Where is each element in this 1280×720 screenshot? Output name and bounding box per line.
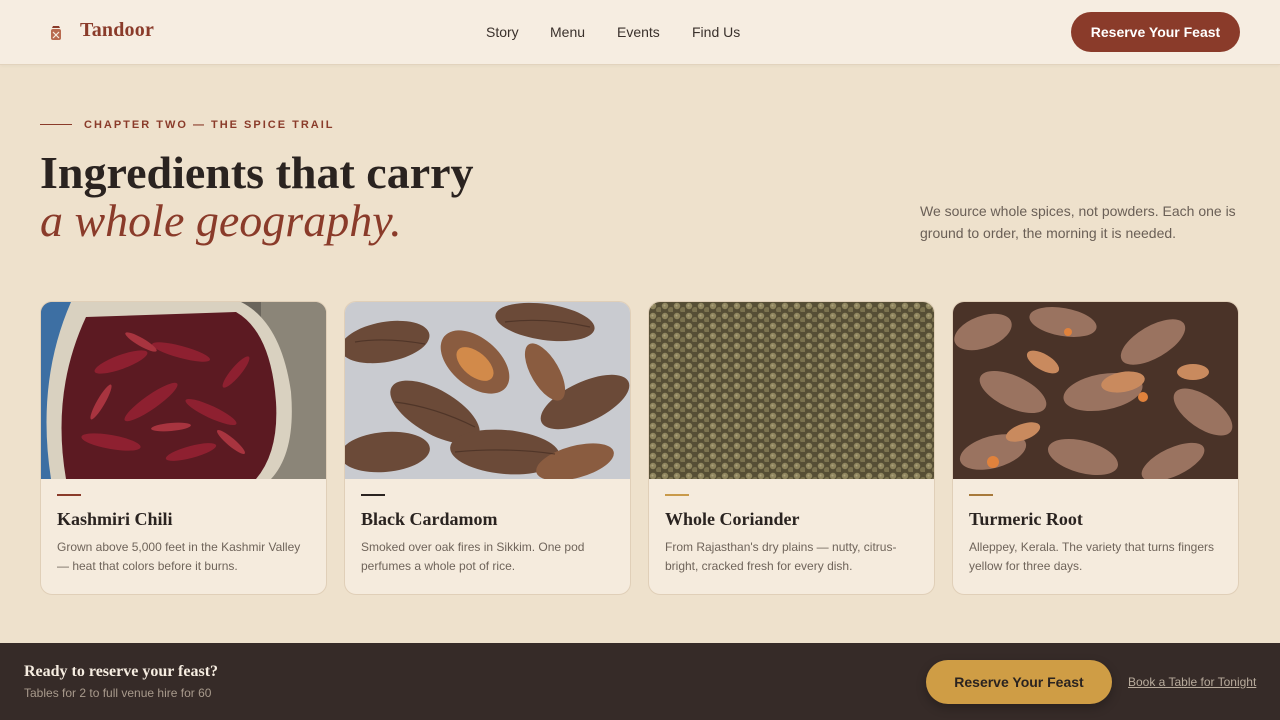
book-table-tonight-link[interactable]: Book a Table for Tonight	[1128, 675, 1256, 689]
spice-card-whole-coriander[interactable]: Whole Coriander From Rajasthan's dry pla…	[648, 301, 935, 595]
card-title: Black Cardamom	[361, 509, 498, 529]
card-accent-rule	[361, 494, 385, 496]
nav-story[interactable]: Story	[486, 24, 519, 40]
card-title: Whole Coriander	[665, 509, 800, 529]
card-title: Turmeric Root	[969, 509, 1083, 529]
spice-card-black-cardamom[interactable]: Black Cardamom Smoked over oak fires in …	[344, 301, 631, 595]
card-description: Alleppey, Kerala. The variety that turns…	[969, 540, 1215, 573]
hero-title-line2: a whole geography.	[40, 195, 402, 246]
card-title: Kashmiri Chili	[57, 509, 173, 529]
kashmiri-chili-image	[41, 302, 326, 479]
spice-card-kashmiri-chili[interactable]: Kashmiri Chili Grown above 5,000 feet in…	[40, 301, 327, 595]
site-header: Tandoor Story Menu Events Find Us Reserv…	[0, 0, 1280, 65]
reservation-subtitle: Tables for 2 to full venue hire for 60	[24, 686, 212, 700]
card-accent-rule	[57, 494, 81, 496]
hero-title-line1: Ingredients that carry	[40, 147, 474, 198]
reservation-bar: Ready to reserve your feast? Tables for …	[0, 643, 1280, 720]
card-accent-rule	[665, 494, 689, 496]
eyebrow-divider	[40, 124, 72, 125]
reserve-button-header[interactable]: Reserve Your Feast	[1071, 12, 1240, 52]
card-accent-rule	[969, 494, 993, 496]
nav-menu[interactable]: Menu	[550, 24, 585, 40]
reserve-button-footer[interactable]: Reserve Your Feast	[926, 660, 1112, 704]
nav-events[interactable]: Events	[617, 24, 660, 40]
reservation-title: Ready to reserve your feast?	[24, 663, 219, 680]
card-description: Grown above 5,000 feet in the Kashmir Va…	[57, 540, 301, 573]
card-description: From Rajasthan's dry plains — nutty, cit…	[665, 540, 897, 573]
black-cardamom-image	[345, 302, 630, 479]
nav-find-us[interactable]: Find Us	[692, 24, 740, 40]
whole-coriander-image	[649, 302, 934, 479]
turmeric-root-image	[953, 302, 1238, 479]
section-eyebrow: CHAPTER TWO — THE SPICE TRAIL	[84, 119, 335, 131]
hero-intro: We source whole spices, not powders. Eac…	[920, 203, 1236, 241]
spice-card-turmeric-root[interactable]: Turmeric Root Alleppey, Kerala. The vari…	[952, 301, 1239, 595]
card-description: Smoked over oak fires in Sikkim. One pod…	[361, 540, 585, 573]
